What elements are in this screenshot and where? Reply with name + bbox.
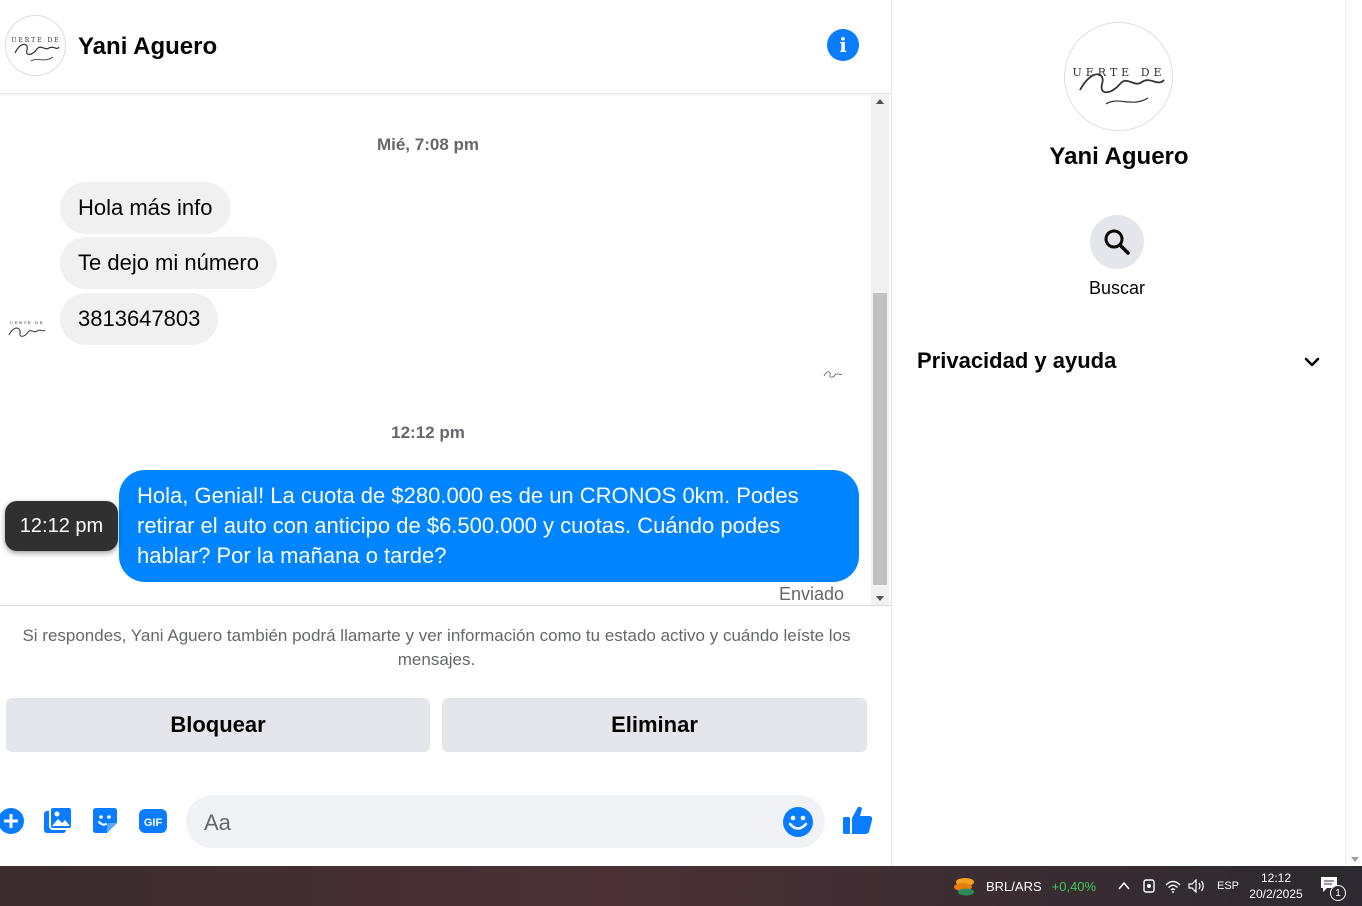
gif-icon[interactable]: GIF — [137, 805, 169, 837]
image-icon[interactable] — [42, 805, 74, 837]
meet-now-icon[interactable] — [1142, 866, 1156, 906]
emoji-icon[interactable] — [782, 806, 814, 838]
message-time-tooltip: 12:12 pm — [5, 501, 118, 551]
message-input-placeholder: Aa — [204, 810, 231, 835]
message-request-notice: Si respondes, Yani Aguero también podrá … — [22, 626, 851, 669]
show-hidden-icons-button[interactable] — [1117, 866, 1131, 906]
sender-avatar[interactable]: UERTE DE — [5, 307, 49, 351]
outgoing-message[interactable]: Hola, Genial! La cuota de $280.000 es de… — [119, 470, 859, 582]
currency-widget[interactable]: BRL/ARS +0,40% — [953, 866, 1096, 906]
contact-avatar[interactable]: UERTE DE — [5, 15, 66, 76]
timestamp-divider: Mié, 7:08 pm — [376, 135, 480, 154]
page-scrollbar[interactable] — [1345, 0, 1362, 866]
block-button[interactable]: Bloquear — [6, 698, 430, 752]
seen-receipt-avatar — [822, 363, 844, 385]
search-label[interactable]: Buscar — [892, 278, 1342, 299]
system-clock[interactable]: 12:12 20/2/2025 — [1246, 870, 1306, 902]
coins-icon — [954, 878, 974, 896]
notification-center-button[interactable]: 1 — [1320, 866, 1346, 906]
chevron-up-icon — [1118, 881, 1130, 890]
timestamp-divider: 12:12 pm — [391, 423, 465, 442]
scroll-down-arrow-icon[interactable] — [1351, 857, 1359, 862]
svg-text:UERTE DE: UERTE DE — [1072, 66, 1165, 79]
search-button[interactable] — [1090, 215, 1144, 269]
like-icon[interactable] — [842, 804, 874, 836]
message-scrollbar[interactable] — [871, 95, 889, 605]
privacy-help-label: Privacidad y ayuda — [917, 348, 1117, 373]
svg-text:UERTE DE: UERTE DE — [11, 37, 60, 44]
logo-icon — [823, 371, 843, 378]
logo-icon: UERTE DE — [11, 37, 60, 61]
sticker-icon[interactable] — [89, 805, 121, 837]
contact-info-name: Yani Aguero — [1049, 143, 1189, 170]
input-language[interactable]: ESP — [1217, 866, 1239, 906]
message-list: Mié, 7:08 pm Hola más info Te dejo mi nú… — [0, 95, 871, 605]
scroll-up-arrow-icon[interactable] — [876, 99, 884, 104]
delete-button[interactable]: Eliminar — [442, 698, 867, 752]
scrollbar-thumb[interactable] — [873, 293, 887, 585]
svg-text:GIF: GIF — [144, 817, 163, 829]
contact-info-pane: UERTE DE Yani Aguero Buscar Privacidad y… — [891, 0, 1345, 866]
message-input[interactable]: Aa — [186, 795, 825, 848]
clock-date: 20/2/2025 — [1249, 887, 1303, 901]
conversation-header: UERTE DE Yani Aguero i — [0, 0, 891, 94]
notification-count: 1 — [1330, 885, 1346, 901]
search-icon — [1104, 229, 1130, 255]
messenger-window: UERTE DE Yani Aguero i Mié, 7:08 pm Hola… — [0, 0, 1362, 906]
volume-icon[interactable] — [1188, 866, 1206, 906]
incoming-message[interactable]: Hola más info — [60, 182, 231, 234]
conversation-pane: UERTE DE Yani Aguero i Mié, 7:08 pm Hola… — [0, 0, 891, 866]
delivery-status: Enviado — [778, 584, 844, 604]
wifi-icon[interactable] — [1165, 866, 1181, 906]
ticker-symbol: BRL/ARS — [986, 878, 1042, 894]
logo-icon: UERTE DE — [1072, 66, 1165, 105]
chevron-down-icon — [1304, 357, 1320, 367]
logo-icon: UERTE DE — [8, 320, 46, 337]
clock-time: 12:12 — [1260, 871, 1292, 885]
contact-info-avatar[interactable]: UERTE DE — [1064, 22, 1173, 131]
divider — [0, 605, 891, 606]
contact-name[interactable]: Yani Aguero — [78, 33, 217, 61]
privacy-help-section[interactable]: Privacidad y ayuda — [917, 340, 1322, 382]
windows-taskbar: BRL/ARS +0,40% ESP 12:12 20/2/2025 1 — [0, 866, 1362, 906]
svg-text:UERTE DE: UERTE DE — [10, 320, 44, 325]
plus-icon[interactable] — [0, 805, 27, 837]
incoming-message[interactable]: 3813647803 — [60, 293, 219, 345]
incoming-message[interactable]: Te dejo mi número — [60, 237, 277, 289]
ticker-change: +0,40% — [1051, 878, 1097, 894]
info-icon[interactable]: i — [827, 29, 859, 61]
scroll-down-arrow-icon[interactable] — [876, 596, 884, 601]
